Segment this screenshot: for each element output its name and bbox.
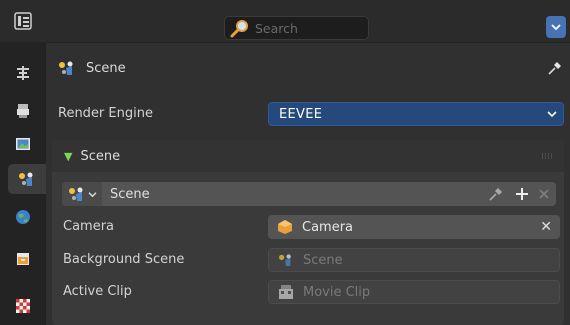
tab-render[interactable]	[6, 96, 40, 126]
movie-clip-icon	[279, 285, 293, 299]
pin-icon	[548, 62, 561, 75]
scene-icon	[68, 187, 82, 201]
context-breadcrumb: Scene	[58, 55, 126, 81]
properties-editor-icon	[14, 12, 32, 30]
browse-scene-button[interactable]	[62, 182, 102, 206]
render-icon	[17, 104, 29, 118]
render-engine-label: Render Engine	[58, 106, 153, 121]
search-input[interactable]: Search	[224, 16, 369, 40]
scene-icon	[279, 254, 291, 267]
background-scene-placeholder: Scene	[303, 252, 343, 268]
drag-handle-icon[interactable]	[542, 153, 554, 159]
camera-field[interactable]: Camera ✕	[268, 215, 560, 239]
search-icon	[230, 20, 248, 38]
scene-panel-title: Scene	[80, 148, 121, 164]
render-engine-dropdown[interactable]: EEVEE	[268, 102, 564, 126]
collection-icon	[17, 253, 29, 265]
background-scene-field[interactable]: Scene	[268, 248, 560, 272]
tab-output[interactable]	[6, 129, 40, 159]
chevron-down-icon	[88, 191, 96, 197]
checker-icon	[16, 299, 30, 313]
clear-camera-icon[interactable]: ✕	[540, 219, 552, 235]
search-placeholder: Search	[255, 20, 298, 36]
context-title: Scene	[86, 60, 126, 76]
new-scene-plus-icon[interactable]	[515, 187, 529, 201]
active-clip-label: Active Clip	[63, 284, 132, 299]
scene-datablock-selector: Scene	[62, 182, 556, 206]
tab-scene[interactable]	[8, 164, 46, 194]
properties-tabs	[0, 43, 46, 325]
camera-object-icon	[278, 220, 292, 234]
options-dropdown-button[interactable]	[546, 16, 566, 38]
tab-world[interactable]	[6, 202, 40, 232]
camera-value: Camera	[302, 219, 354, 235]
image-icon	[16, 138, 30, 150]
scene-icon	[59, 61, 73, 75]
active-clip-field[interactable]: Movie Clip	[268, 280, 560, 304]
close-icon[interactable]	[538, 188, 550, 200]
tab-texture[interactable]	[6, 291, 40, 321]
scene-name-field[interactable]: Scene	[110, 187, 150, 202]
editor-type-button[interactable]	[6, 9, 40, 33]
tab-collection[interactable]	[6, 244, 40, 274]
camera-label: Camera	[63, 219, 115, 234]
render-engine-value: EEVEE	[279, 106, 323, 122]
tool-icon	[17, 66, 29, 80]
properties-content: Scene Render Engine EEVEE ▼ Scene Scene …	[46, 43, 570, 325]
chevron-down-icon	[547, 111, 557, 118]
pin-button[interactable]	[546, 59, 564, 77]
pin-icon[interactable]	[488, 186, 504, 202]
tab-tool[interactable]	[6, 58, 40, 88]
scene-panel-header[interactable]: ▼ Scene	[52, 140, 564, 172]
scene-panel: ▼ Scene Scene Camera Camera ✕ Background…	[52, 140, 564, 325]
scene-icon	[19, 172, 33, 186]
chevron-down-icon	[551, 24, 561, 31]
active-clip-placeholder: Movie Clip	[303, 284, 371, 300]
world-icon	[16, 210, 30, 224]
expand-triangle-icon: ▼	[64, 149, 73, 163]
background-scene-label: Background Scene	[63, 252, 185, 267]
header-bar: Search	[0, 0, 570, 43]
